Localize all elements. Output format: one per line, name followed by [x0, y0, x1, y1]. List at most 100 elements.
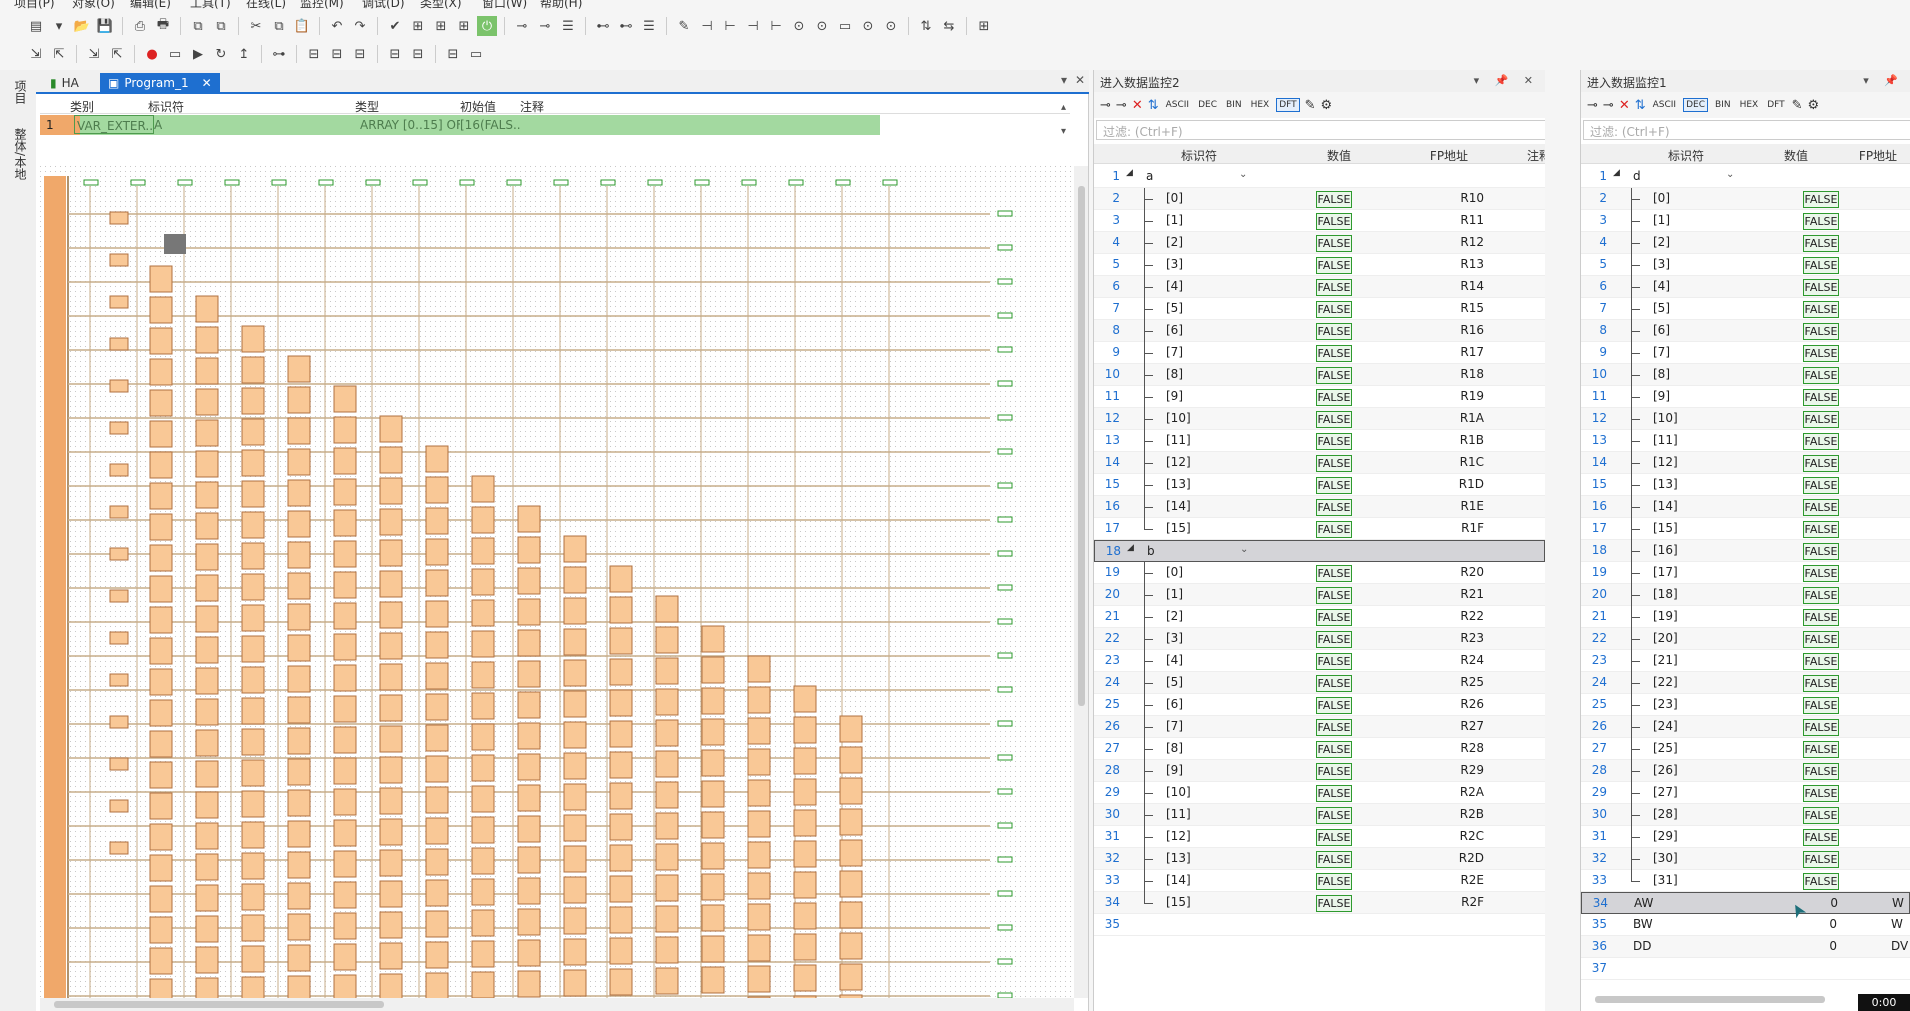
value-cell[interactable]: FALSE [1803, 565, 1839, 582]
format-ascii-button[interactable]: ASCII [1164, 99, 1191, 111]
table-row[interactable]: 28 [9] FALSE R29 [1094, 760, 1545, 782]
table-row[interactable]: 37 [1581, 958, 1910, 980]
value-cell[interactable]: FALSE [1316, 279, 1352, 296]
format-dft-button[interactable]: DFT [1276, 98, 1300, 112]
scroll-thumb[interactable] [54, 1001, 384, 1008]
header-comment[interactable]: 注释 [520, 98, 544, 115]
format-bin-button[interactable]: BIN [1713, 99, 1733, 111]
table-row[interactable]: 26 [7] FALSE R27 [1094, 716, 1545, 738]
value-cell[interactable]: FALSE [1803, 477, 1839, 494]
header-type[interactable]: 类型 [355, 98, 379, 115]
table-row[interactable]: 27 [25] FALSE [1581, 738, 1910, 760]
toolbar-button-icon[interactable]: ⊟ [304, 44, 324, 64]
format-hex-button[interactable]: HEX [1738, 99, 1761, 111]
table-row[interactable]: 7 [5] FALSE [1581, 298, 1910, 320]
table-row[interactable]: 23 [4] FALSE R24 [1094, 650, 1545, 672]
table-row[interactable]: 12 [10] FALSE [1581, 408, 1910, 430]
chevron-down-icon[interactable]: ⌄ [1239, 169, 1247, 180]
table-row[interactable]: 16 [14] FALSE R1E [1094, 496, 1545, 518]
table-row[interactable]: 33 [31] FALSE [1581, 870, 1910, 892]
horizontal-scrollbar[interactable] [40, 998, 1074, 1011]
value-cell[interactable]: FALSE [1316, 367, 1352, 384]
header-identifier[interactable]: 标识符 [148, 98, 184, 115]
header-fp-address[interactable]: FP地址 [1843, 147, 1910, 164]
value-cell[interactable]: FALSE [1316, 455, 1352, 472]
table-row[interactable]: 13 [11] FALSE [1581, 430, 1910, 452]
value-cell[interactable]: FALSE [1316, 609, 1352, 626]
toolbar-button-icon[interactable]: 📋 [292, 16, 312, 36]
table-row[interactable]: 31 [29] FALSE [1581, 826, 1910, 848]
toolbar-button-icon[interactable]: 💾 [95, 16, 115, 36]
delete-icon[interactable]: ✕ [1619, 98, 1630, 113]
table-row[interactable]: 9 [7] FALSE [1581, 342, 1910, 364]
pencil-icon[interactable]: ✎ [1792, 98, 1803, 113]
value-cell[interactable]: FALSE [1316, 851, 1352, 868]
sort-icon[interactable]: ⇅ [1148, 98, 1159, 113]
table-row[interactable]: 20 [18] FALSE [1581, 584, 1910, 606]
value-cell[interactable]: FALSE [1803, 807, 1839, 824]
table-row[interactable]: 14 [12] FALSE R1C [1094, 452, 1545, 474]
toolbar-button-icon[interactable]: ⎙ [130, 16, 150, 36]
toolbar-button-icon[interactable]: ⊸ [535, 16, 555, 36]
toolbar-button-icon[interactable]: ⇲ [26, 44, 46, 64]
table-row[interactable]: 11 [9] FALSE [1581, 386, 1910, 408]
toolbar-button-icon[interactable]: ● [142, 44, 162, 64]
menu-item[interactable]: 项目(P) [14, 0, 55, 10]
cell-init[interactable]: [16(FALS... [460, 118, 520, 132]
toolbar-button-icon[interactable]: ⧉ [188, 16, 208, 36]
value-cell[interactable]: FALSE [1803, 851, 1839, 868]
add-variable-icon[interactable]: ⊸ [1100, 98, 1111, 113]
table-row[interactable]: 10 [8] FALSE R18 [1094, 364, 1545, 386]
value-cell[interactable]: FALSE [1316, 829, 1352, 846]
table-row[interactable]: 8 [6] FALSE [1581, 320, 1910, 342]
toolbar-button-icon[interactable]: ⊟ [327, 44, 347, 64]
add-variable-icon[interactable]: ⊸ [1587, 98, 1598, 113]
table-row[interactable]: 26 [24] FALSE [1581, 716, 1910, 738]
pencil-icon[interactable]: ✎ [1305, 98, 1316, 113]
table-row[interactable]: 33 [14] FALSE R2E [1094, 870, 1545, 892]
toolbar-button-icon[interactable]: ✔ [385, 16, 405, 36]
value-cell[interactable]: FALSE [1803, 257, 1839, 274]
toolbar-button-icon[interactable]: ↶ [327, 16, 347, 36]
value-cell[interactable]: FALSE [1316, 741, 1352, 758]
table-row[interactable]: 34 AW 0 W [1581, 892, 1910, 914]
value-cell[interactable]: FALSE [1316, 323, 1352, 340]
value-cell[interactable]: FALSE [1803, 323, 1839, 340]
table-row[interactable]: 32 [30] FALSE [1581, 848, 1910, 870]
value-cell[interactable]: FALSE [1803, 543, 1839, 560]
table-row[interactable]: 4 [2] FALSE R12 [1094, 232, 1545, 254]
table-row[interactable]: 5 [3] FALSE R13 [1094, 254, 1545, 276]
header-identifier[interactable]: 标识符 [1134, 147, 1264, 164]
value-cell[interactable]: FALSE [1803, 697, 1839, 714]
value-cell[interactable]: FALSE [1803, 653, 1839, 670]
value-cell[interactable]: FALSE [1803, 279, 1839, 296]
table-row[interactable]: 12 [10] FALSE R1A [1094, 408, 1545, 430]
value-cell[interactable]: FALSE [1316, 521, 1352, 538]
value-cell[interactable]: FALSE [1316, 785, 1352, 802]
value-cell[interactable]: FALSE [1316, 587, 1352, 604]
table-row[interactable]: 5 [3] FALSE [1581, 254, 1910, 276]
toolbar-button-icon[interactable]: ⊞ [454, 16, 474, 36]
panel-window-buttons[interactable]: ▾ 📌 [1863, 74, 1904, 87]
value-cell[interactable]: FALSE [1803, 301, 1839, 318]
value-cell[interactable]: FALSE [1316, 477, 1352, 494]
toolbar-button-icon[interactable]: ⊢ [720, 16, 740, 36]
value-cell[interactable]: FALSE [1316, 675, 1352, 692]
table-row[interactable]: 15 [13] FALSE [1581, 474, 1910, 496]
header-value[interactable]: 数值 [1284, 147, 1394, 164]
sort-icon[interactable]: ⇅ [1635, 98, 1646, 113]
value-cell[interactable]: FALSE [1803, 455, 1839, 472]
tab-program-1[interactable]: ▣ Program_1 ✕ [100, 73, 220, 93]
menu-item[interactable]: 对象(O) [72, 0, 115, 10]
gear-icon[interactable]: ⚙ [1808, 98, 1820, 113]
value-cell[interactable]: FALSE [1803, 521, 1839, 538]
value-cell[interactable]: FALSE [1316, 895, 1352, 912]
toolbar-button-icon[interactable]: ▭ [835, 16, 855, 36]
table-row[interactable]: 28 [26] FALSE [1581, 760, 1910, 782]
menu-item[interactable]: 监控(M) [300, 0, 344, 10]
toolbar-button-icon[interactable]: ✎ [674, 16, 694, 36]
toolbar-button-icon[interactable]: ▾ [49, 16, 69, 36]
table-row[interactable]: 9 [7] FALSE R17 [1094, 342, 1545, 364]
add-variable-icon[interactable]: ⊸ [1116, 98, 1127, 113]
toolbar-button-icon[interactable]: ⊸ [512, 16, 532, 36]
